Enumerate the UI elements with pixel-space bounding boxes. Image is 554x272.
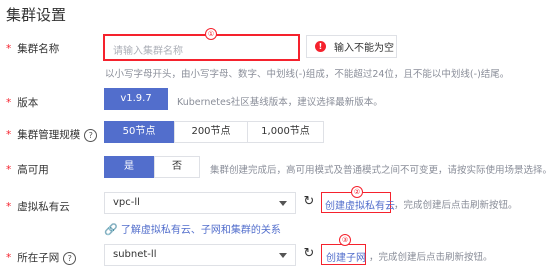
callout-1: ①	[205, 28, 217, 40]
subnet-refresh-icon[interactable]: ↻	[302, 246, 316, 264]
vpc-refresh-icon[interactable]: ↻	[302, 194, 316, 212]
subnet-select[interactable]: subnet-ll	[104, 244, 296, 266]
vpc-relation-link-text: 了解虚拟私有云、子网和集群的关系	[120, 225, 281, 236]
required-mark: *	[6, 201, 12, 213]
vpc-relation-link[interactable]: 🔗 了解虚拟私有云、子网和集群的关系	[104, 221, 281, 236]
link-icon: 🔗	[104, 223, 118, 236]
ha-option-yes[interactable]: 是	[104, 156, 154, 178]
help-icon[interactable]: ?	[84, 128, 98, 142]
cluster-name-error-tip: ! 输入不能为空	[306, 35, 397, 58]
scale-option-50[interactable]: 50节点	[104, 121, 174, 143]
vpc-label: * 虚拟私有云	[6, 201, 70, 213]
cluster-name-placeholder: 请输入集群名称	[113, 46, 183, 57]
vpc-select[interactable]: vpc-ll	[104, 192, 296, 214]
help-icon[interactable]: ?	[63, 251, 77, 265]
error-icon: !	[315, 41, 326, 52]
required-mark: *	[6, 43, 12, 55]
vpc-select-value: vpc-ll	[113, 197, 140, 208]
scale-option-1000[interactable]: 1,000节点	[247, 121, 324, 143]
error-text: 输入不能为空	[334, 43, 394, 54]
cluster-name-input[interactable]: 请输入集群名称	[103, 34, 300, 61]
required-mark: *	[6, 97, 12, 109]
callout-3: ③	[339, 234, 351, 246]
version-hint: Kubernetes社区基线版本，建议选择最新版本。	[177, 97, 383, 108]
required-mark: *	[6, 252, 12, 264]
subnet-create-hint: ，完成创建后点击刷新按钮。	[369, 252, 493, 263]
ha-label: * 高可用	[6, 164, 49, 176]
create-vpc-link[interactable]: 创建虚拟私有云	[325, 197, 395, 212]
scale-label: * 集群管理规模?	[6, 127, 98, 142]
version-button[interactable]: v1.9.7	[104, 88, 168, 110]
scale-option-200[interactable]: 200节点	[174, 121, 248, 143]
cluster-name-hint: 以小写字母开头，由小写字母、数字、中划线(-)组成，不能超过24位，且不能以中划…	[105, 69, 510, 80]
required-mark: *	[6, 164, 12, 176]
required-mark: *	[6, 129, 12, 141]
vpc-create-hint: ，完成创建后点击刷新按钮。	[394, 200, 518, 211]
create-subnet-link[interactable]: 创建子网	[326, 249, 366, 264]
chevron-down-icon	[279, 201, 287, 206]
subnet-label: * 所在子网?	[6, 250, 77, 265]
page-title: 集群设置	[6, 6, 67, 24]
subnet-select-value: subnet-ll	[113, 249, 157, 260]
chevron-down-icon	[279, 253, 287, 258]
cluster-name-label: * 集群名称	[6, 43, 60, 55]
ha-option-no[interactable]: 否	[154, 156, 200, 178]
version-label: * 版本	[6, 97, 39, 109]
ha-hint: 集群创建完成后，高可用模式及普通模式之间不可变更，请按实际使用场景选择。	[210, 165, 553, 176]
callout-2: ②	[351, 186, 363, 198]
